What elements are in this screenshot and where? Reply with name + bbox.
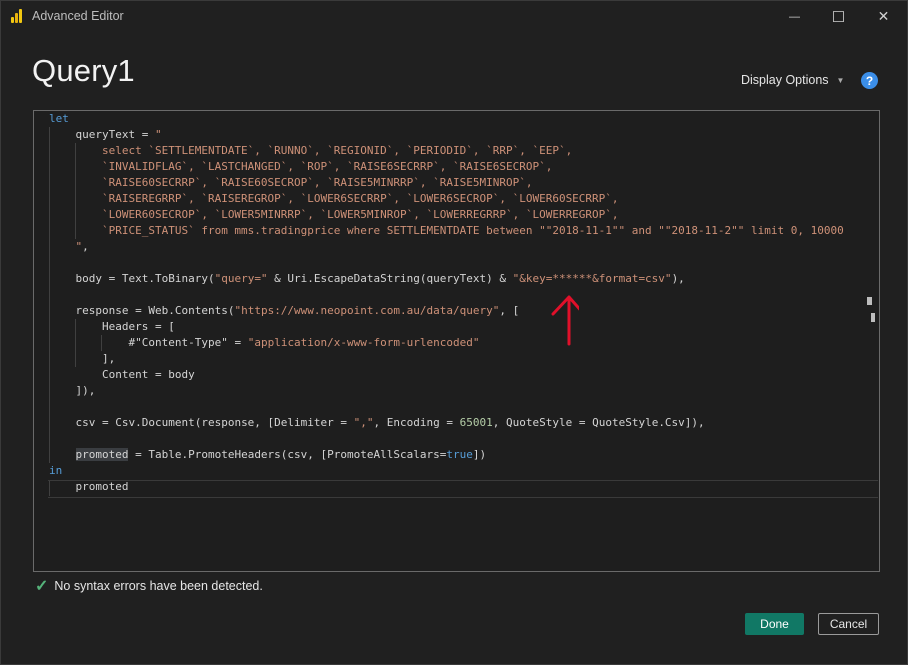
code-line-13: response = Web.Contents("https://www.neo… xyxy=(75,304,520,317)
code-line-22: promoted = Table.PromoteHeaders(csv, [Pr… xyxy=(75,448,487,461)
help-icon[interactable]: ? xyxy=(861,72,878,89)
advanced-editor-window: Advanced Editor — ☐ ✕ Query1 Display Opt… xyxy=(0,0,908,665)
syntax-status-message: No syntax errors have been detected. xyxy=(54,579,263,593)
display-options-dropdown[interactable]: Display Options ▼ xyxy=(741,73,844,87)
code-line-18: ]), xyxy=(75,384,96,397)
code-line-24: promoted xyxy=(75,480,129,493)
cancel-button[interactable]: Cancel xyxy=(818,613,879,635)
window-title: Advanced Editor xyxy=(32,9,124,23)
minimize-button[interactable]: — xyxy=(772,1,817,32)
checkmark-icon: ✓ xyxy=(35,578,49,595)
title-bar: Advanced Editor — ☐ ✕ xyxy=(1,1,907,32)
maximize-button[interactable]: ☐ xyxy=(816,1,861,32)
code-line-23: in xyxy=(49,464,63,477)
code-line-1: let xyxy=(49,112,69,125)
maximize-icon: ☐ xyxy=(831,8,846,26)
code-line-9: ", xyxy=(75,240,89,253)
code-line-4: `INVALIDFLAG`, `LASTCHANGED`, `ROP`, `RA… xyxy=(101,160,553,173)
code-line-20: csv = Csv.Document(response, [Delimiter … xyxy=(75,416,705,429)
code-line-11: body = Text.ToBinary("query=" & Uri.Esca… xyxy=(75,272,685,285)
code-line-6: `RAISEREGRRP`, `RAISEREGROP`, `LOWER6SEC… xyxy=(101,192,619,205)
code-line-8: `PRICE_STATUS` from mms.tradingprice whe… xyxy=(101,224,844,237)
page-title: Query1 xyxy=(32,53,135,88)
scrollbar-marker[interactable] xyxy=(867,313,875,322)
code-line-14: Headers = [ xyxy=(101,320,175,333)
code-line-3: select `SETTLEMENTDATE`, `RUNNO`, `REGIO… xyxy=(101,144,573,157)
code-editor[interactable]: let queryText = " select `SETTLEMENTDATE… xyxy=(33,110,880,572)
minimize-icon: — xyxy=(789,10,800,23)
code-line-2: queryText = " xyxy=(75,128,162,141)
close-icon: ✕ xyxy=(877,8,890,24)
close-button[interactable]: ✕ xyxy=(861,1,906,32)
code-line-7: `LOWER60SECROP`, `LOWER5MINRRP`, `LOWER5… xyxy=(101,208,619,221)
code-line-16: ], xyxy=(101,352,116,365)
scrollbar-marker[interactable] xyxy=(867,297,872,305)
powerbi-icon xyxy=(11,9,25,23)
code-line-17: Content = body xyxy=(101,368,195,381)
display-options-label: Display Options xyxy=(741,73,829,87)
done-button[interactable]: Done xyxy=(745,613,804,635)
syntax-status: ✓ No syntax errors have been detected. xyxy=(35,576,263,596)
annotation-arrow-icon xyxy=(551,295,579,346)
chevron-down-icon: ▼ xyxy=(836,75,845,85)
code-line-15: #"Content-Type" = "application/x-www-for… xyxy=(128,336,480,349)
code-line-5: `RAISE60SECRRP`, `RAISE60SECROP`, `RAISE… xyxy=(101,176,533,189)
current-line-highlight xyxy=(48,480,878,498)
